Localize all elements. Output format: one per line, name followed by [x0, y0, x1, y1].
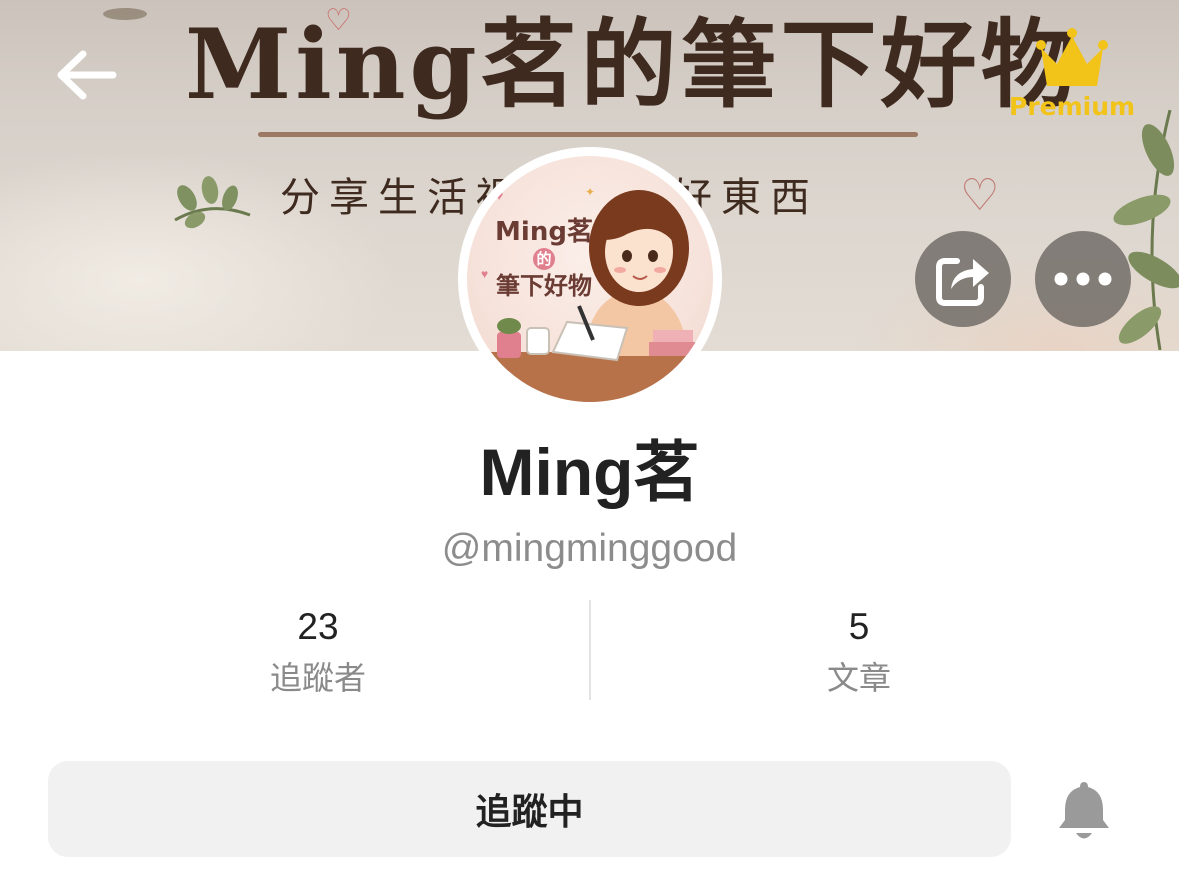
- articles-stat[interactable]: 5 文章: [659, 600, 1059, 702]
- heart-icon: ♡: [960, 171, 1000, 220]
- articles-label: 文章: [826, 659, 891, 697]
- premium-label: Premium: [1009, 92, 1136, 121]
- leaf-decoration-icon: [103, 8, 147, 20]
- banner-title: Ming茗的筆下好物: [185, 8, 1081, 121]
- followers-stat[interactable]: 23 追蹤者: [118, 600, 518, 702]
- followers-label: 追蹤者: [269, 659, 366, 697]
- share-icon: [936, 258, 989, 306]
- profile-page: Ming茗的筆下好物 ♡ 分享生活裡收藏的好東西 ♡ Premium: [0, 0, 1179, 886]
- svg-text:♥: ♥: [481, 267, 488, 281]
- banner-underline: [258, 132, 918, 137]
- back-button[interactable]: [46, 40, 126, 110]
- avatar[interactable]: ♥ ♥ ✦ Ming茗 的 筆下好物: [458, 147, 722, 411]
- leaf-decoration-icon: [174, 176, 251, 229]
- share-button[interactable]: [915, 231, 1011, 327]
- display-name: Ming茗: [479, 435, 700, 509]
- bell-icon: [1059, 782, 1109, 839]
- articles-count: 5: [848, 606, 870, 647]
- notification-bell-button[interactable]: [1050, 772, 1118, 848]
- following-button-label: 追蹤中: [475, 792, 584, 833]
- more-horizontal-icon: [1054, 272, 1112, 286]
- followers-count: 23: [297, 606, 339, 647]
- arrow-left-icon: [57, 50, 117, 100]
- stats-divider: [589, 600, 591, 700]
- avatar-logo-text: Ming茗 的 筆下好物: [495, 217, 593, 300]
- following-button[interactable]: 追蹤中: [48, 761, 1011, 857]
- svg-text:✦: ✦: [585, 185, 595, 199]
- user-handle: @mingminggood: [441, 527, 738, 570]
- crown-icon: [1036, 28, 1108, 86]
- premium-badge: Premium: [1005, 26, 1140, 126]
- more-button[interactable]: [1035, 231, 1131, 327]
- avatar-image: ♥ ♥ ✦ Ming茗 的 筆下好物: [467, 156, 713, 402]
- svg-text:♥: ♥: [495, 187, 503, 203]
- heart-icon: ♡: [325, 4, 352, 37]
